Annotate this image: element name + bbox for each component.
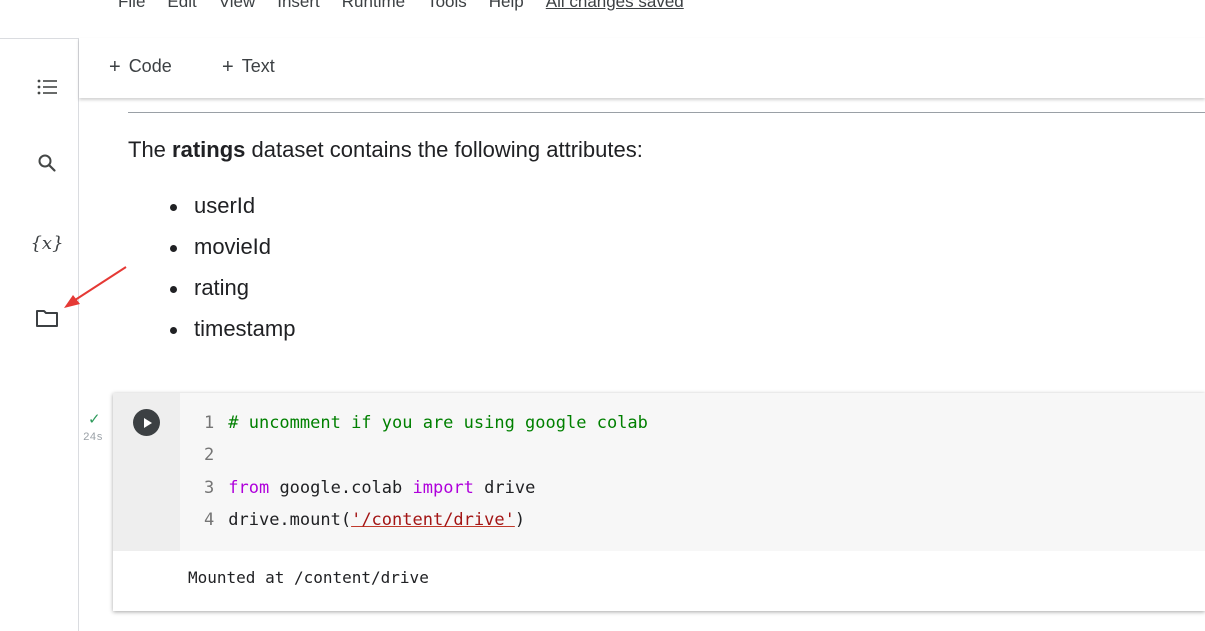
dataset-description: The ratings dataset contains the followi… — [128, 137, 643, 162]
run-cell-button[interactable] — [133, 409, 160, 436]
horizontal-rule — [128, 112, 1205, 113]
menu-insert[interactable]: Insert — [277, 0, 320, 12]
code-cell[interactable]: 1 # uncomment if you are using google co… — [113, 393, 1205, 611]
menu-file[interactable]: File — [118, 0, 145, 12]
code-editor[interactable]: 1 # uncomment if you are using google co… — [180, 393, 1205, 551]
code-line: 2 — [204, 445, 215, 465]
menu-tools[interactable]: Tools — [427, 0, 467, 12]
menu-bar: File Edit View Insert Runtime Tools Help… — [0, 0, 1205, 39]
search-icon[interactable] — [30, 146, 64, 180]
plus-icon: + — [109, 55, 121, 78]
folder-icon[interactable] — [30, 301, 64, 335]
add-text-button[interactable]: + Text — [222, 56, 275, 77]
menu-help[interactable]: Help — [489, 0, 524, 12]
attribute-list: userId movieId rating timestamp — [168, 192, 295, 356]
cell-output: Mounted at /content/drive — [188, 568, 429, 587]
add-code-button[interactable]: + Code — [109, 56, 172, 77]
list-item: timestamp — [168, 315, 295, 356]
execution-time: 24s — [83, 432, 103, 444]
code-line: 3 from google.colab import drive — [204, 478, 536, 498]
menu-runtime[interactable]: Runtime — [342, 0, 405, 12]
annotation-arrow-icon — [64, 266, 127, 308]
list-item: movieId — [168, 233, 295, 274]
dataset-name: ratings — [172, 137, 246, 162]
add-text-label: Text — [241, 56, 275, 76]
menu-view[interactable]: View — [219, 0, 256, 12]
execution-success-icon: ✓ — [88, 411, 101, 428]
list-item: userId — [168, 192, 295, 233]
plus-icon: + — [222, 55, 234, 78]
table-of-contents-icon[interactable] — [30, 70, 64, 104]
code-line: 4 drive.mount('/content/drive') — [204, 510, 526, 530]
list-item: rating — [168, 274, 295, 315]
cell-gutter — [113, 393, 180, 551]
save-status-link[interactable]: All changes saved — [546, 0, 684, 12]
add-code-label: Code — [128, 56, 172, 76]
play-icon — [143, 417, 152, 428]
notebook-toolbar: + Code + Text — [79, 38, 1205, 98]
code-line: 1 # uncomment if you are using google co… — [204, 413, 648, 433]
variables-icon[interactable]: {x} — [30, 226, 64, 260]
menu-edit[interactable]: Edit — [167, 0, 196, 12]
left-sidebar: {x} — [0, 38, 79, 631]
